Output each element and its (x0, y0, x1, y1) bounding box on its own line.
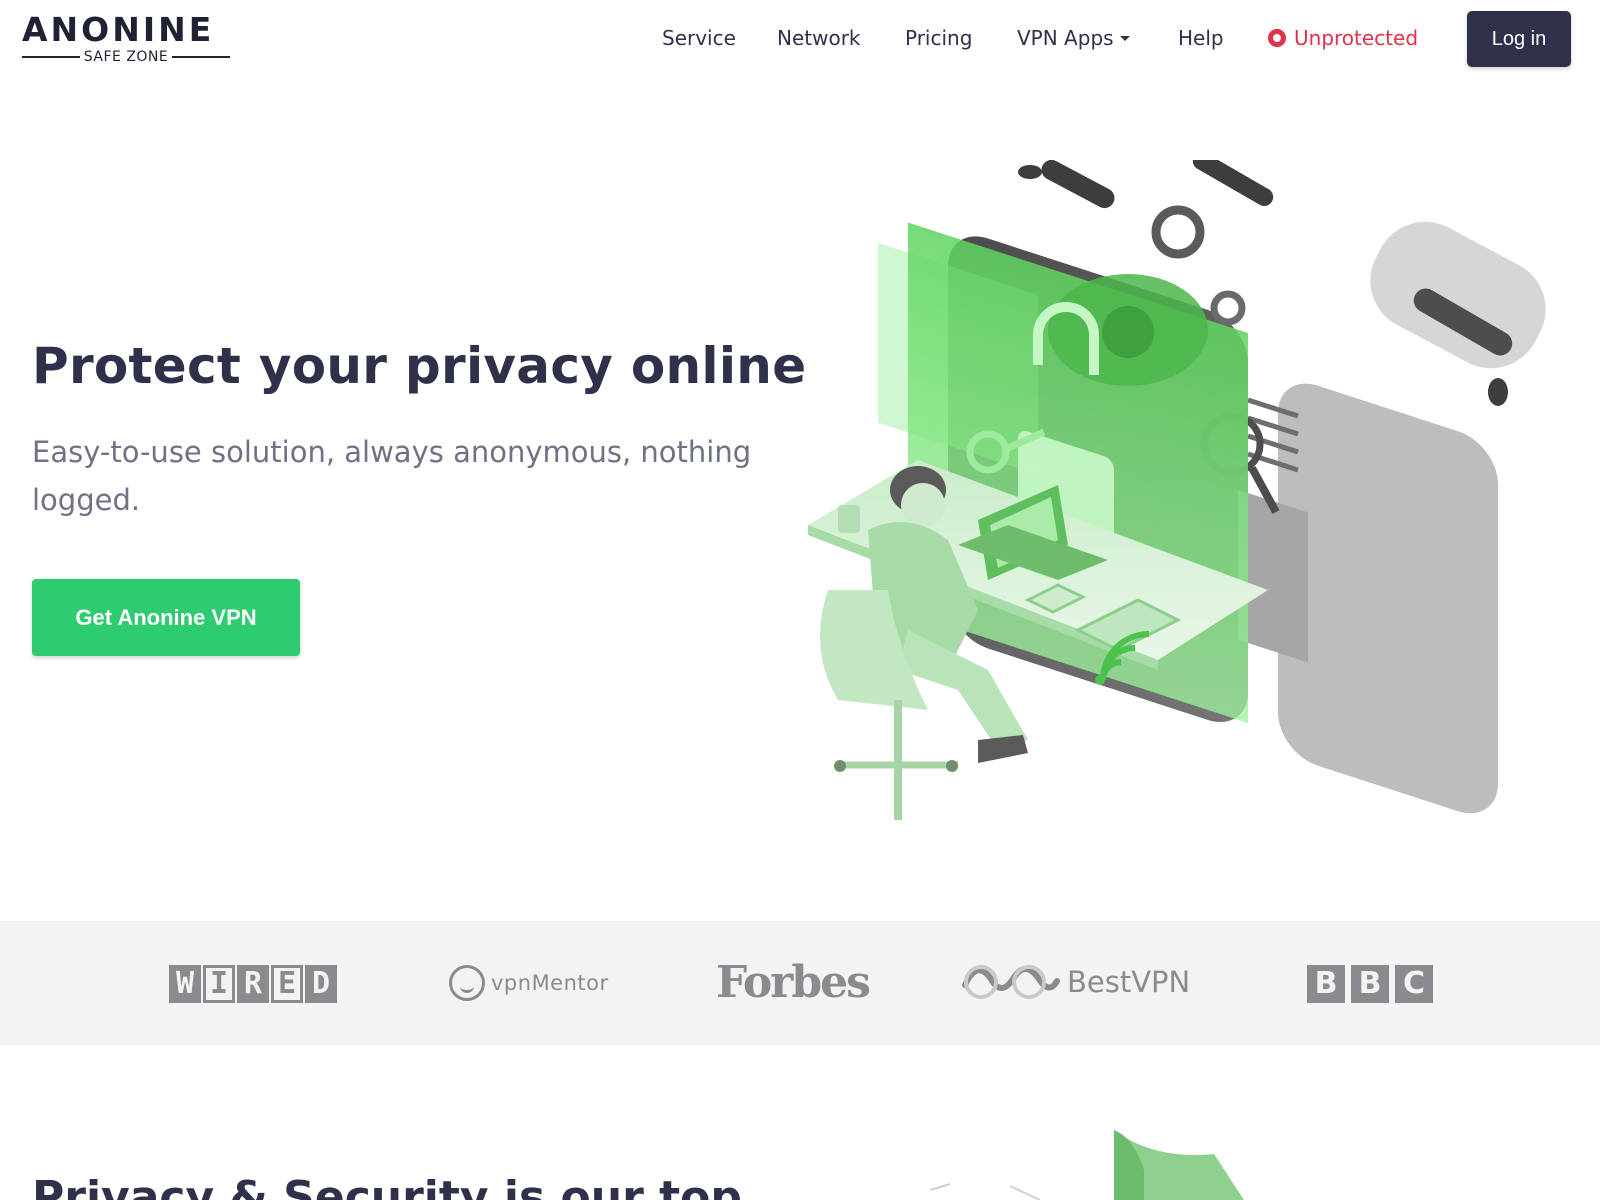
shield-illustration (930, 1130, 1244, 1200)
nav-help[interactable]: Help (1178, 24, 1224, 52)
login-button[interactable]: Log in (1467, 11, 1571, 67)
section2-title: Privacy & Security is our top (32, 1172, 742, 1200)
navbar: ANONINE SAFE ZONE Service Network Pricin… (0, 0, 1600, 78)
get-vpn-button[interactable]: Get Anonine VPN (32, 579, 300, 656)
caret-down-icon (1119, 35, 1130, 41)
vpnmentor-logo: vpnMentor (449, 965, 609, 1001)
hero-illustration (808, 160, 1546, 820)
bestvpn-wordmark: BestVPN (1067, 965, 1191, 999)
status-ring-icon (1268, 29, 1286, 47)
nav-pricing[interactable]: Pricing (905, 24, 972, 52)
protection-status-label: Unprotected (1294, 26, 1419, 50)
hero-title: Protect your privacy online (32, 337, 807, 395)
infinity-icon (962, 965, 1060, 999)
nav-vpn-apps-dropdown[interactable]: VPN Apps (1017, 24, 1130, 52)
mask-icon (449, 965, 485, 1001)
press-logos-band: WIRED vpnMentor Forbes BestVPN BBC (0, 921, 1600, 1045)
forbes-logo: Forbes (716, 957, 871, 1008)
protection-status[interactable]: Unprotected (1268, 24, 1418, 52)
bestvpn-logo: BestVPN (961, 961, 1190, 1003)
logo-divider-left (22, 56, 80, 58)
bbc-logo: BBC (1307, 965, 1433, 1003)
nav-network[interactable]: Network (777, 24, 861, 52)
logo-divider-right (172, 56, 231, 58)
nav-vpn-apps-label: VPN Apps (1017, 26, 1114, 50)
hero-subtitle: Easy-to-use solution, always anonymous, … (32, 435, 752, 517)
vpnmentor-wordmark: vpnMentor (491, 971, 609, 995)
nav-service[interactable]: Service (662, 24, 736, 52)
wired-logo: WIRED (169, 965, 337, 1003)
